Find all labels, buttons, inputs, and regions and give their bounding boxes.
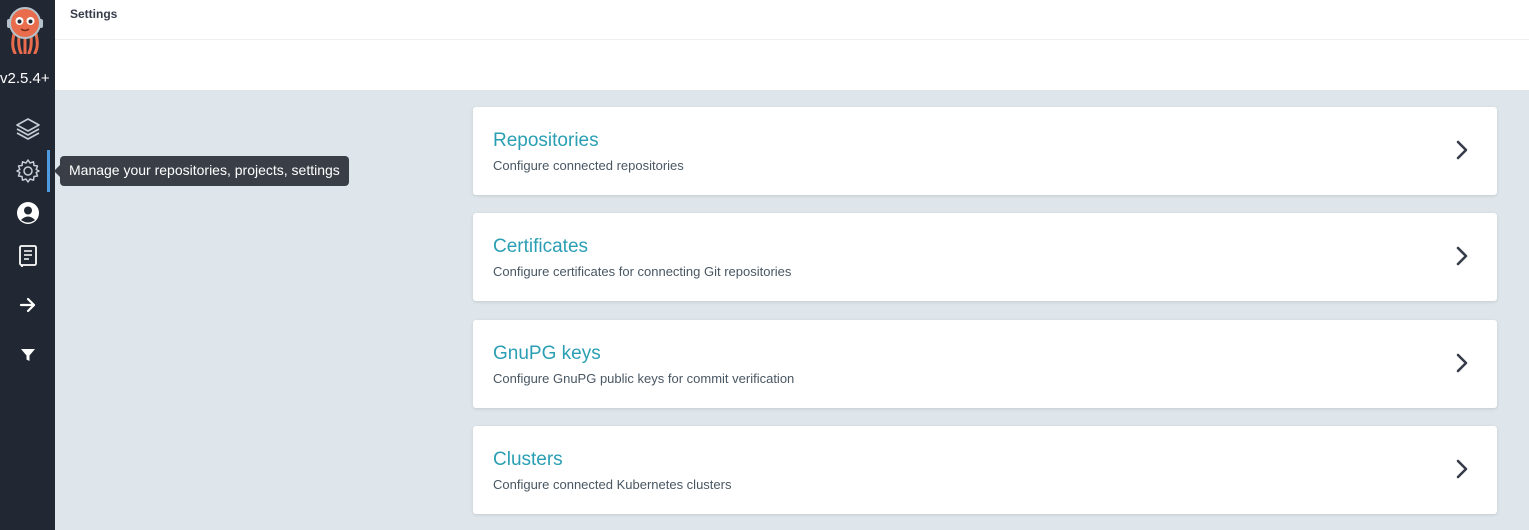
card-description: Configure certificates for connecting Gi… [493,264,792,279]
card-description: Configure GnuPG public keys for commit v… [493,371,795,386]
card-title[interactable]: Repositories [493,130,599,152]
sidebar-item-user-info[interactable] [0,193,55,233]
settings-card-repositories[interactable]: Repositories Configure connected reposit… [473,107,1497,195]
filter-icon [20,347,36,363]
card-description: Configure connected repositories [493,158,684,173]
sidebar-item-filter[interactable] [0,335,55,375]
sidebar-item-applications[interactable] [0,109,55,149]
arrow-right-icon [19,297,37,313]
version-label: v2.5.4+ [0,70,50,87]
sidebar: v2.5.4+ [0,0,55,530]
gear-icon [15,158,41,184]
page-header: Settings [55,0,1529,90]
sidebar-item-settings[interactable] [0,151,55,191]
chevron-right-icon[interactable] [1455,139,1469,166]
settings-card-clusters[interactable]: Clusters Configure connected Kubernetes … [473,426,1497,514]
settings-card-gnupg-keys[interactable]: GnuPG keys Configure GnuPG public keys f… [473,320,1497,408]
page-title: Settings [70,7,118,21]
sidebar-item-expand[interactable] [0,285,55,325]
sidebar-item-documentation[interactable] [0,236,55,276]
book-icon [17,244,39,268]
chevron-right-icon[interactable] [1455,458,1469,485]
chevron-right-icon[interactable] [1455,352,1469,379]
layers-icon [15,117,41,141]
chevron-right-icon[interactable] [1455,245,1469,272]
settings-tooltip: Manage your repositories, projects, sett… [54,156,349,186]
card-title[interactable]: GnuPG keys [493,343,601,365]
settings-card-certificates[interactable]: Certificates Configure certificates for … [473,213,1497,301]
card-title[interactable]: Clusters [493,449,563,471]
argo-logo-icon[interactable] [5,4,45,55]
card-description: Configure connected Kubernetes clusters [493,477,732,492]
header-top-bar: Settings [55,0,1529,40]
user-circle-icon [16,201,40,225]
card-title[interactable]: Certificates [493,236,588,258]
